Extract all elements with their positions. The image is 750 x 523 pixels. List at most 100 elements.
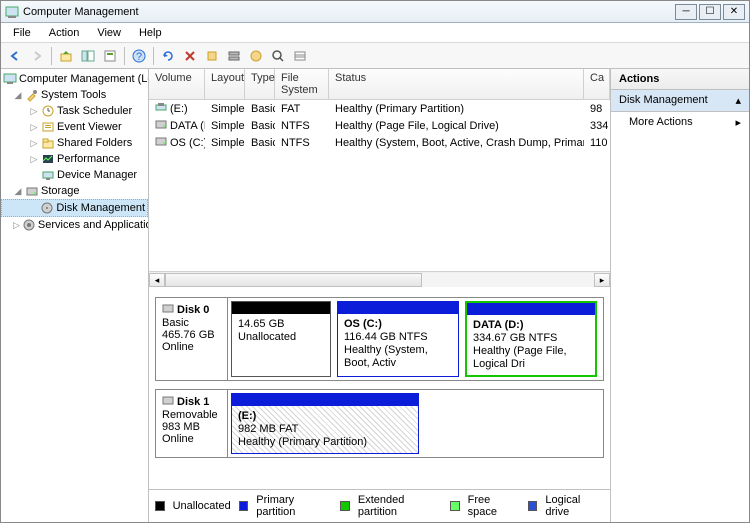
close-button[interactable]: ✕ — [723, 4, 745, 20]
tree-root[interactable]: Computer Management (Local — [1, 71, 148, 87]
properties-button[interactable] — [100, 46, 120, 66]
drive-icon — [155, 135, 167, 150]
minimize-button[interactable]: ─ — [675, 4, 697, 20]
tree-performance[interactable]: ▷ Performance — [1, 151, 148, 167]
actions-context-bar[interactable]: Disk Management ▴ — [611, 90, 749, 112]
legend-primary: Primary partition — [256, 494, 332, 518]
disk-state: Online — [162, 433, 221, 445]
back-button[interactable] — [5, 46, 25, 66]
disk-row[interactable]: Disk 1Removable983 MBOnline(E:)982 MB FA… — [155, 389, 604, 458]
delete-button[interactable] — [180, 46, 200, 66]
cell-capacity: 334 — [584, 117, 610, 134]
menu-file[interactable]: File — [5, 25, 39, 41]
tree-disk-management[interactable]: Disk Management — [1, 199, 148, 217]
tree-device-manager[interactable]: Device Manager — [1, 167, 148, 183]
expand-icon[interactable]: ▷ — [29, 154, 39, 165]
actions-pane: Actions Disk Management ▴ More Actions ▸ — [611, 69, 749, 522]
scroll-thumb[interactable] — [165, 273, 422, 287]
expand-icon[interactable]: ▷ — [29, 106, 39, 117]
partition-label: OS (C:)116.44 GB NTFSHealthy (System, Bo… — [338, 314, 458, 374]
disk-view-button[interactable] — [224, 46, 244, 66]
disk-map[interactable]: Disk 0Basic465.76 GBOnline14.65 GBUnallo… — [149, 287, 610, 489]
partition[interactable]: DATA (D:)334.67 GB NTFSHealthy (Page Fil… — [465, 301, 597, 377]
maximize-button[interactable]: ☐ — [699, 4, 721, 20]
partition[interactable]: 14.65 GBUnallocated — [231, 301, 331, 377]
volume-list[interactable]: Volume Layout Type File System Status Ca… — [149, 69, 610, 287]
actions-header: Actions — [611, 69, 749, 90]
find-button[interactable] — [268, 46, 288, 66]
action-button[interactable] — [246, 46, 266, 66]
tree-event-viewer[interactable]: ▷ Event Viewer — [1, 119, 148, 135]
partition-size: 334.67 GB NTFS — [473, 332, 589, 345]
partition-bar — [338, 302, 458, 314]
disk-header[interactable]: Disk 1Removable983 MBOnline — [156, 390, 228, 457]
partition-status: Healthy (Primary Partition) — [238, 436, 412, 449]
collapse-icon[interactable]: ◢ — [13, 186, 23, 197]
disk-header[interactable]: Disk 0Basic465.76 GBOnline — [156, 298, 228, 380]
legend-swatch-free — [450, 501, 460, 511]
device-icon — [41, 168, 55, 182]
partition[interactable]: OS (C:)116.44 GB NTFSHealthy (System, Bo… — [337, 301, 459, 377]
tree-storage[interactable]: ◢ Storage — [1, 183, 148, 199]
horizontal-scrollbar[interactable]: ◂ ▸ — [149, 271, 610, 287]
tree-system-tools[interactable]: ◢ System Tools — [1, 87, 148, 103]
computer-icon — [3, 72, 17, 86]
menu-help[interactable]: Help — [131, 25, 170, 41]
disk-icon — [162, 394, 174, 409]
col-volume[interactable]: Volume — [149, 69, 205, 99]
partition-status: Unallocated — [238, 331, 324, 344]
volume-row[interactable]: OS (C:)SimpleBasicNTFSHealthy (System, B… — [149, 134, 610, 151]
partition-size: 982 MB FAT — [238, 423, 412, 436]
list-button[interactable] — [290, 46, 310, 66]
forward-button[interactable] — [27, 46, 47, 66]
chevron-right-icon: ▸ — [735, 116, 741, 129]
scroll-left-button[interactable]: ◂ — [149, 273, 165, 287]
tree-label: Disk Management — [56, 202, 145, 214]
volume-list-header[interactable]: Volume Layout Type File System Status Ca — [149, 69, 610, 100]
col-filesystem[interactable]: File System — [275, 69, 329, 99]
volume-row[interactable]: (E:)SimpleBasicFATHealthy (Primary Parti… — [149, 100, 610, 117]
help-button[interactable]: ? — [129, 46, 149, 66]
partition-name: DATA (D:) — [473, 319, 589, 332]
volume-row[interactable]: DATA (D:)SimpleBasicNTFSHealthy (Page Fi… — [149, 117, 610, 134]
tree-services[interactable]: ▷ Services and Applications — [1, 217, 148, 233]
tools-icon — [25, 88, 39, 102]
tree-shared-folders[interactable]: ▷ Shared Folders — [1, 135, 148, 151]
scroll-track[interactable] — [165, 273, 594, 287]
col-layout[interactable]: Layout — [205, 69, 245, 99]
collapse-icon[interactable]: ◢ — [13, 90, 23, 101]
expand-icon[interactable]: ▷ — [29, 138, 39, 149]
col-type[interactable]: Type — [245, 69, 275, 99]
col-status[interactable]: Status — [329, 69, 584, 99]
refresh-button[interactable] — [158, 46, 178, 66]
tree-task-scheduler[interactable]: ▷ Task Scheduler — [1, 103, 148, 119]
legend: Unallocated Primary partition Extended p… — [149, 489, 610, 522]
actions-more-actions[interactable]: More Actions ▸ — [611, 112, 749, 133]
col-capacity[interactable]: Ca — [584, 69, 610, 99]
expand-icon[interactable]: ▷ — [29, 122, 39, 133]
disk-icon — [40, 201, 54, 215]
cell-layout: Simple — [205, 100, 245, 117]
cell-volume: OS (C:) — [170, 137, 205, 149]
events-icon — [41, 120, 55, 134]
disk-name: Disk 0 — [177, 304, 209, 316]
navigation-tree[interactable]: Computer Management (Local ◢ System Tool… — [1, 69, 149, 522]
show-hide-tree-button[interactable] — [78, 46, 98, 66]
cell-type: Basic — [245, 117, 275, 134]
disk-size: 465.76 GB — [162, 329, 221, 341]
menu-action[interactable]: Action — [41, 25, 88, 41]
menu-view[interactable]: View — [89, 25, 129, 41]
actions-more-label: More Actions — [629, 116, 693, 129]
cell-capacity: 98 — [584, 100, 610, 117]
partition-bar — [232, 394, 418, 406]
partition[interactable]: (E:)982 MB FATHealthy (Primary Partition… — [231, 393, 419, 454]
partition-bar — [232, 302, 330, 314]
expand-icon[interactable]: ▷ — [13, 220, 20, 231]
disk-row[interactable]: Disk 0Basic465.76 GBOnline14.65 GBUnallo… — [155, 297, 604, 381]
storage-icon — [25, 184, 39, 198]
tree-label: Services and Applications — [38, 219, 149, 231]
scroll-right-button[interactable]: ▸ — [594, 273, 610, 287]
partition-name: (E:) — [238, 410, 412, 423]
up-button[interactable] — [56, 46, 76, 66]
settings-button[interactable] — [202, 46, 222, 66]
